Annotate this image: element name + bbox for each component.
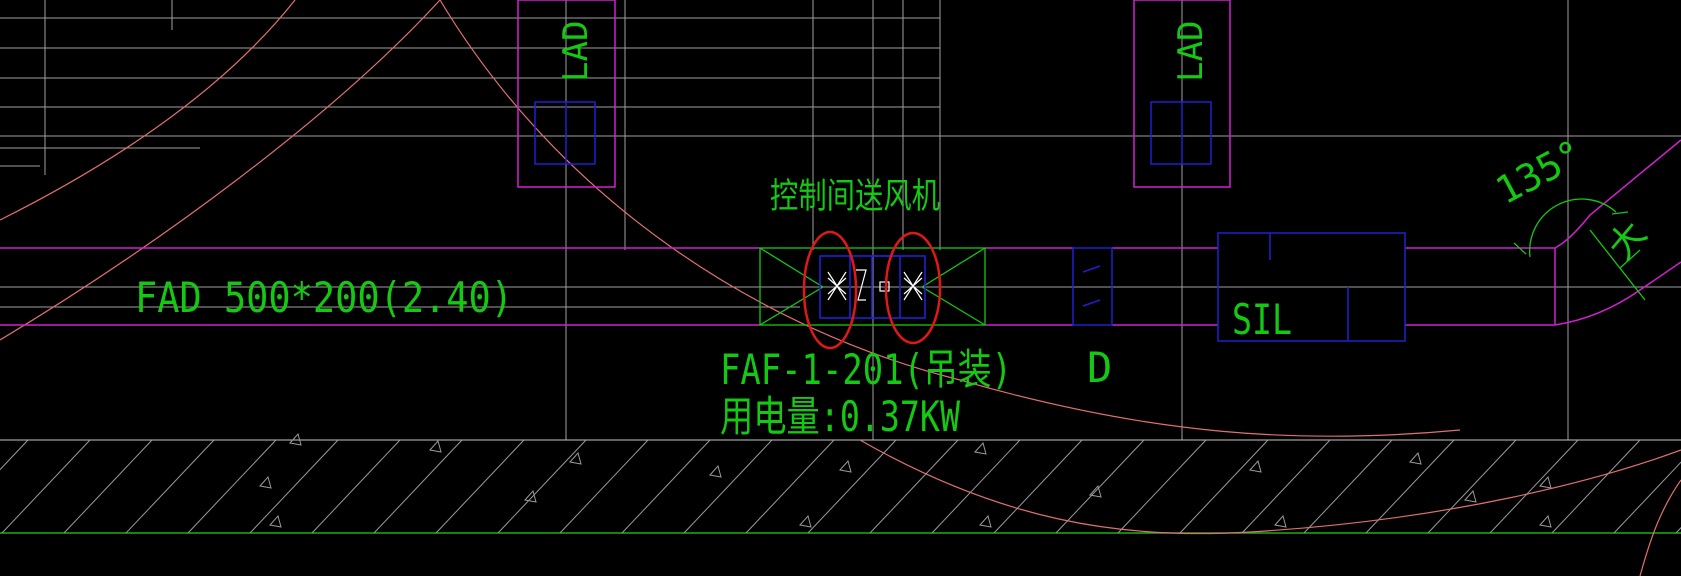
lad-label: LAD bbox=[556, 21, 596, 82]
silencer-tag-label: SIL bbox=[1232, 295, 1292, 344]
power-label: 用电量:0.37KW bbox=[720, 392, 961, 441]
damper-tag-label: D bbox=[1087, 343, 1112, 392]
fan-room-label: 控制间送风机 bbox=[770, 177, 940, 217]
lad-label: LAD bbox=[1171, 21, 1211, 82]
fan-tag-label: FAF-1-201(吊装) bbox=[720, 345, 1012, 394]
duct-spec-label: FAD 500*200(2.40) bbox=[135, 273, 513, 322]
cad-drawing-canvas[interactable]: LAD LAD 控制间送风机 FAD 500*200(2.40) FAF-1-2… bbox=[0, 0, 1681, 576]
